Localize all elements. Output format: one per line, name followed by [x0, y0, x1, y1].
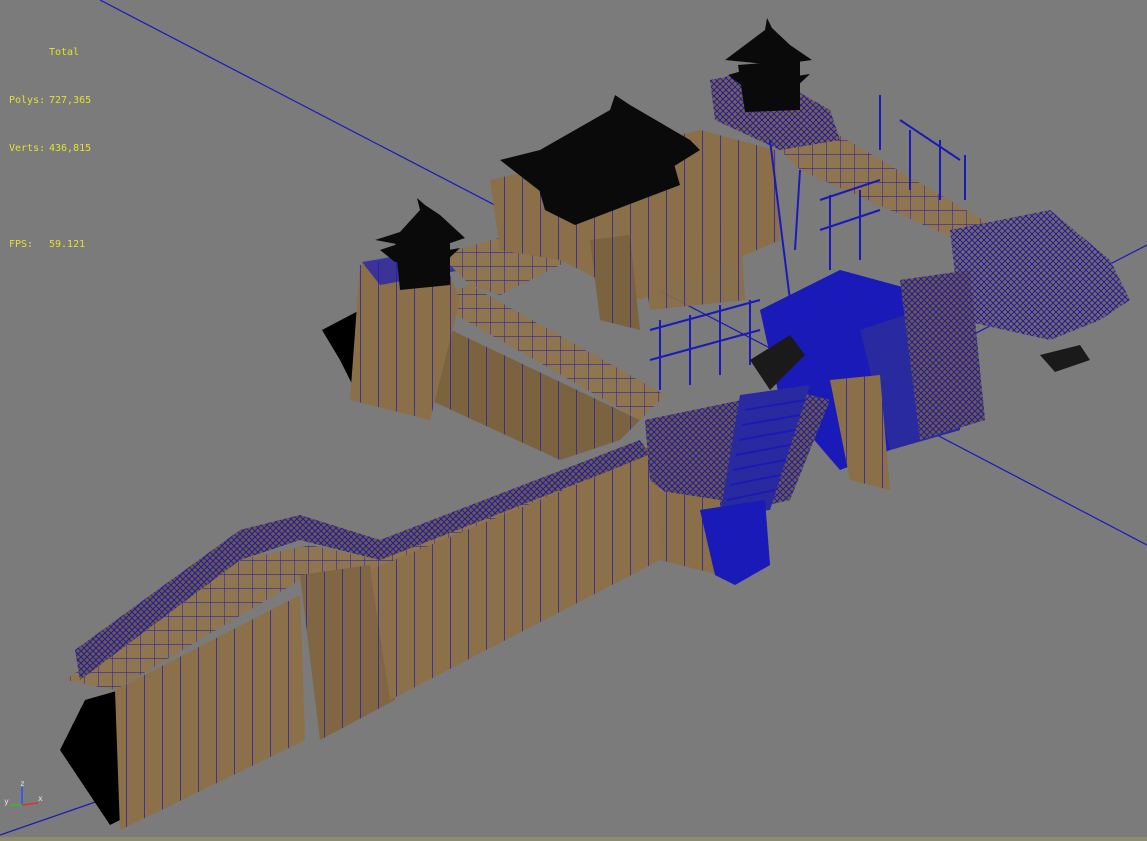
z-axis-label: z [20, 779, 25, 788]
x-axis-line [21, 802, 39, 806]
x-axis-label: x [38, 794, 43, 803]
perspective-viewport[interactable]: Total Polys: 727,365 Verts: 436,815 FPS: 59… [0, 0, 1147, 841]
axis-gizmo-icon: z x y [4, 779, 43, 806]
scene-canvas[interactable] [0, 0, 1147, 841]
y-axis-label: y [4, 797, 9, 806]
viewport-bottom-border [0, 837, 1147, 841]
